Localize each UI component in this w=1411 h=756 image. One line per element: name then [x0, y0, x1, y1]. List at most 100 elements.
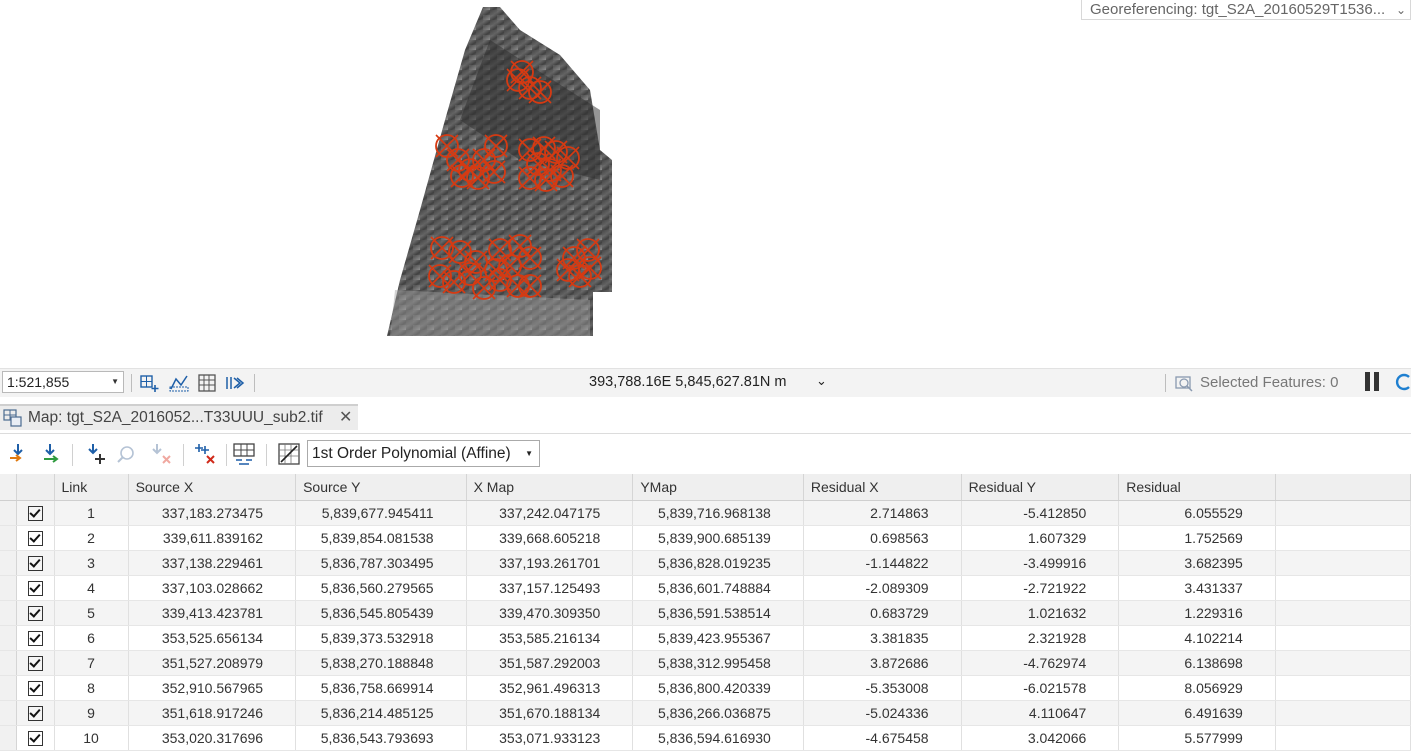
source-y-cell[interactable]: 5,838,270.188848 [295, 650, 467, 676]
link-cell[interactable]: 5 [54, 600, 129, 626]
checkbox-checked-icon[interactable] [27, 706, 43, 722]
source-x-cell[interactable]: 353,525.656134 [128, 625, 297, 651]
residual-cell[interactable]: 4.102214 [1118, 625, 1276, 651]
res-x-cell[interactable]: -2.089309 [803, 575, 962, 601]
source-x-cell[interactable]: 352,910.567965 [128, 675, 297, 701]
chevron-down-icon[interactable]: ⌄ [816, 373, 827, 389]
checkbox-checked-icon[interactable] [27, 581, 43, 597]
res-x-cell[interactable]: -4.675458 [803, 725, 962, 751]
link-cell[interactable]: 2 [54, 525, 129, 551]
residual-cell[interactable]: 1.229316 [1118, 600, 1276, 626]
res-x-cell[interactable]: -1.144822 [803, 550, 962, 576]
checkbox-checked-icon[interactable] [27, 506, 43, 522]
x-map-cell[interactable]: 351,587.292003 [466, 650, 634, 676]
constraints-icon[interactable] [225, 373, 245, 393]
add-grid-icon[interactable] [140, 373, 160, 393]
source-x-cell[interactable]: 337,103.028662 [128, 575, 297, 601]
source-x-cell[interactable]: 351,618.917246 [128, 700, 297, 726]
table-row[interactable]: 3 337,138.229461 5,836,787.303495 337,193.2… [0, 550, 1411, 576]
column-header[interactable]: YMap [632, 474, 804, 501]
checkbox-checked-icon[interactable] [27, 681, 43, 697]
y-map-cell[interactable]: 5,836,266.036875 [632, 700, 804, 726]
row-header[interactable] [0, 525, 17, 551]
row-header[interactable] [0, 700, 17, 726]
link-enabled-checkbox[interactable] [16, 700, 55, 726]
column-header[interactable]: Link [54, 474, 129, 501]
row-header[interactable] [0, 575, 17, 601]
checkbox-checked-icon[interactable] [27, 531, 43, 547]
table-row[interactable]: 7 351,527.208979 5,838,270.188848 351,587.2… [0, 650, 1411, 676]
table-row[interactable]: 6 353,525.656134 5,839,373.532918 353,585.2… [0, 625, 1411, 651]
source-x-cell[interactable]: 353,020.317696 [128, 725, 297, 751]
y-map-cell[interactable]: 5,836,591.538514 [632, 600, 804, 626]
checkbox-checked-icon[interactable] [27, 606, 43, 622]
source-y-cell[interactable]: 5,836,758.669914 [295, 675, 467, 701]
link-enabled-checkbox[interactable] [16, 575, 55, 601]
source-y-cell[interactable]: 5,839,854.081538 [295, 525, 467, 551]
y-map-cell[interactable]: 5,836,594.616930 [632, 725, 804, 751]
source-y-cell[interactable]: 5,836,543.793693 [295, 725, 467, 751]
source-y-cell[interactable]: 5,836,545.805439 [295, 600, 467, 626]
x-map-cell[interactable]: 337,193.261701 [466, 550, 634, 576]
snapping-icon[interactable] [169, 373, 189, 393]
link-enabled-checkbox[interactable] [16, 725, 55, 751]
pause-icon[interactable] [1365, 372, 1381, 392]
residual-cell[interactable]: 6.138698 [1118, 650, 1276, 676]
column-header[interactable]: Residual Y [961, 474, 1120, 501]
table-row[interactable]: 10 353,020.317696 5,836,543.793693 353,071.… [0, 725, 1411, 751]
link-enabled-checkbox[interactable] [16, 650, 55, 676]
column-header[interactable]: Residual X [803, 474, 962, 501]
row-header[interactable] [0, 650, 17, 676]
table-row[interactable]: 1 337,183.273475 5,839,677.945411 337,242.0… [0, 500, 1411, 526]
table-row[interactable]: 8 352,910.567965 5,836,758.669914 352,961.4… [0, 675, 1411, 701]
row-header[interactable] [0, 550, 17, 576]
row-header[interactable] [0, 625, 17, 651]
map-view[interactable]: Georeferencing: tgt_S2A_20160529T1536...… [0, 0, 1411, 368]
checkbox-checked-icon[interactable] [27, 631, 43, 647]
source-x-cell[interactable]: 337,138.229461 [128, 550, 297, 576]
column-header[interactable]: Source Y [295, 474, 467, 501]
table-row[interactable]: 2 339,611.839162 5,839,854.081538 339,668.6… [0, 525, 1411, 551]
x-map-cell[interactable]: 352,961.496313 [466, 675, 634, 701]
link-enabled-checkbox[interactable] [16, 600, 55, 626]
source-y-cell[interactable]: 5,836,214.485125 [295, 700, 467, 726]
row-header[interactable] [0, 675, 17, 701]
checkbox-checked-icon[interactable] [27, 556, 43, 572]
column-header[interactable]: Source X [128, 474, 297, 501]
y-map-cell[interactable]: 5,839,716.968138 [632, 500, 804, 526]
table-row[interactable]: 4 337,103.028662 5,836,560.279565 337,157.1… [0, 575, 1411, 601]
y-map-cell[interactable]: 5,836,800.420339 [632, 675, 804, 701]
res-y-cell[interactable]: 4.110647 [961, 700, 1120, 726]
add-point-icon[interactable] [83, 442, 107, 466]
residual-cell[interactable]: 6.055529 [1118, 500, 1276, 526]
link-cell[interactable]: 8 [54, 675, 129, 701]
res-x-cell[interactable]: 3.381835 [803, 625, 962, 651]
y-map-cell[interactable]: 5,836,601.748884 [632, 575, 804, 601]
x-map-cell[interactable]: 339,668.605218 [466, 525, 634, 551]
link-enabled-checkbox[interactable] [16, 675, 55, 701]
x-map-cell[interactable]: 353,585.216134 [466, 625, 634, 651]
res-x-cell[interactable]: -5.024336 [803, 700, 962, 726]
x-map-cell[interactable]: 337,242.047175 [466, 500, 634, 526]
link-enabled-checkbox[interactable] [16, 500, 55, 526]
res-x-cell[interactable]: 3.872686 [803, 650, 962, 676]
x-map-cell[interactable]: 351,670.188134 [466, 700, 634, 726]
row-header[interactable] [0, 600, 17, 626]
link-cell[interactable]: 9 [54, 700, 129, 726]
link-table-icon[interactable] [232, 442, 256, 466]
row-header[interactable] [0, 500, 17, 526]
source-x-cell[interactable]: 351,527.208979 [128, 650, 297, 676]
residual-cell[interactable]: 1.752569 [1118, 525, 1276, 551]
link-enabled-checkbox[interactable] [16, 525, 55, 551]
res-y-cell[interactable]: -3.499916 [961, 550, 1120, 576]
res-y-cell[interactable]: 2.321928 [961, 625, 1120, 651]
link-cell[interactable]: 7 [54, 650, 129, 676]
table-row[interactable]: 5 339,413.423781 5,836,545.805439 339,470.3… [0, 600, 1411, 626]
link-cell[interactable]: 3 [54, 550, 129, 576]
res-x-cell[interactable]: 0.698563 [803, 525, 962, 551]
x-map-cell[interactable]: 339,470.309350 [466, 600, 634, 626]
delete-all-points-icon[interactable] [193, 442, 217, 466]
link-table[interactable]: Link Source X Source Y X Map YMap Residu… [0, 474, 1411, 756]
res-y-cell[interactable]: -5.412850 [961, 500, 1120, 526]
source-x-cell[interactable]: 339,413.423781 [128, 600, 297, 626]
